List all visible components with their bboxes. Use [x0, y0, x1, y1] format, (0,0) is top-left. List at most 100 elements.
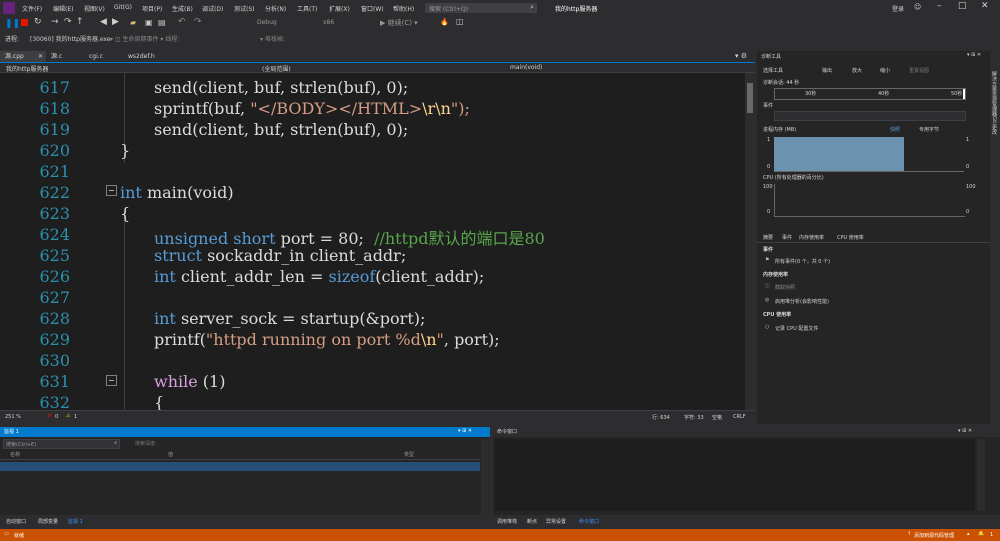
save-all-icon[interactable]: ▤	[158, 18, 166, 27]
watch-pin-icon[interactable]: ▾ ⊞ ✕	[458, 428, 472, 434]
solution-explorer-tab[interactable]: 解决方案资源管理器	[991, 71, 998, 116]
continue-button[interactable]: ▶ 继续(C) ▾	[380, 18, 418, 28]
line-indicator[interactable]: 行: 634	[652, 414, 670, 421]
nav-project[interactable]: 我的http服务器	[6, 64, 48, 73]
menu-tools[interactable]: 工具(T)	[297, 4, 317, 13]
zoom-level[interactable]: 251 %	[5, 414, 21, 420]
step-over-icon[interactable]: ↷	[64, 17, 72, 27]
menu-window[interactable]: 窗口(W)	[361, 4, 384, 13]
watch-selected-row[interactable]	[0, 462, 480, 471]
whitespace-mode[interactable]: 空格	[712, 414, 722, 421]
output-button[interactable]: 输出	[822, 67, 832, 74]
editor-scrollbar[interactable]	[745, 73, 755, 410]
column-value[interactable]: 值	[168, 451, 173, 458]
command-scrollbar[interactable]	[977, 439, 985, 511]
step-icon[interactable]: →	[51, 17, 59, 27]
error-icon[interactable]: ⊗	[47, 413, 51, 419]
close-button[interactable]: ✕	[981, 1, 989, 11]
tab-close-icon[interactable]: ✕	[38, 51, 43, 62]
search-icon[interactable]: ⌕	[114, 440, 117, 446]
menu-test[interactable]: 测试(S)	[234, 4, 255, 13]
tab-summary[interactable]: 摘要	[763, 234, 773, 241]
eol-mode[interactable]: CRLF	[733, 414, 746, 420]
forward-icon[interactable]: ▶	[112, 17, 119, 27]
search-box[interactable]: 搜索 (Ctrl+Q) ⌕	[425, 3, 537, 13]
save-icon[interactable]: ▣	[145, 18, 153, 27]
menu-help[interactable]: 帮助(H)	[393, 4, 414, 13]
tab-memory-usage[interactable]: 内存使用率	[799, 234, 824, 241]
tab-watch[interactable]: 监视 1	[68, 518, 83, 525]
timeline-ruler[interactable]: 30秒 40秒 50秒	[774, 88, 966, 100]
reset-view-button[interactable]: 重置视图	[909, 67, 929, 74]
fire-icon[interactable]: 🔥	[440, 18, 449, 26]
repo-select[interactable]: ▴	[967, 531, 970, 537]
menu-edit[interactable]: 编辑(E)	[53, 4, 73, 13]
tab-command-window[interactable]: 命令窗口	[579, 518, 599, 525]
cpu-section[interactable]: CPU (所有处理器的百分比)	[763, 174, 824, 181]
back-icon[interactable]: ◀	[100, 17, 107, 27]
tab-call-stack[interactable]: 调用堆栈	[497, 518, 517, 525]
tab-source-cpp[interactable]: 源.cpp ✕	[0, 51, 46, 62]
step-out-icon[interactable]: ↑	[76, 17, 84, 27]
menu-project[interactable]: 项目(P)	[142, 4, 162, 13]
visual-studio-logo-icon[interactable]	[3, 2, 15, 14]
panel-pin-icon[interactable]: ▾ ⊞ ✕	[967, 52, 981, 58]
heap-profile-button[interactable]: 启用堆分析(会影响性能)	[775, 298, 829, 305]
watch-scrollbar[interactable]	[481, 439, 489, 515]
git-changes-tab[interactable]: Git 更改	[991, 116, 998, 135]
folder-icon[interactable]: ▰	[130, 18, 136, 27]
tab-ws2def-h[interactable]: ws2def.h	[123, 51, 173, 62]
tab-source-c[interactable]: 源.c	[46, 51, 81, 62]
side-tool-strip[interactable]: 解决方案资源管理器 Git 更改	[990, 51, 1000, 424]
platform-select[interactable]: x86	[323, 19, 334, 26]
tab-overflow-icon[interactable]: ▾ ⚙	[735, 52, 747, 60]
nav-scope[interactable]: (全局范围)	[262, 64, 291, 73]
tab-events[interactable]: 事件	[782, 234, 792, 241]
menu-build[interactable]: 生成(B)	[172, 4, 193, 13]
warning-icon[interactable]: ⚠	[66, 413, 70, 419]
stack-frame[interactable]: ▾ 堆栈帧:	[260, 34, 285, 43]
watch-search-input[interactable]: 搜索(Ctrl+E) ⌕	[3, 439, 120, 449]
record-cpu-button[interactable]: 记录 CPU 配置文件	[775, 325, 818, 332]
process-select[interactable]: [30060] 我的http服务器.exe	[30, 34, 111, 43]
redo-icon[interactable]: ↷	[194, 17, 202, 27]
memory-graph[interactable]	[774, 137, 964, 172]
maximize-button[interactable]: □	[958, 1, 967, 11]
menu-analyze[interactable]: 分析(N)	[265, 4, 286, 13]
tab-exception-settings[interactable]: 异常设置	[546, 518, 566, 525]
menu-file[interactable]: 文件(F)	[22, 4, 42, 13]
login-link[interactable]: 登录	[892, 4, 904, 13]
menu-extensions[interactable]: 扩展(X)	[329, 4, 350, 13]
command-input-area[interactable]	[495, 439, 975, 511]
select-tool-button[interactable]: 选择工具	[763, 67, 783, 74]
char-indicator[interactable]: 字符: 33	[684, 414, 704, 421]
tab-autos[interactable]: 自动窗口	[6, 518, 26, 525]
collapse-toggle[interactable]	[106, 375, 117, 386]
lifecycle-events[interactable]: ▾ ◫ 生命周期事件 ▾ 线程:	[110, 34, 179, 43]
memory-section[interactable]: 进程内存 (MB)	[763, 126, 796, 133]
camera-icon[interactable]: ◫	[456, 17, 464, 26]
tab-cgi-c[interactable]: cgi.c	[84, 51, 124, 62]
nav-function[interactable]: main(void)	[510, 64, 542, 71]
stop-icon[interactable]	[21, 19, 28, 26]
undo-icon[interactable]: ↶	[178, 17, 186, 27]
menu-view[interactable]: 视图(V)	[84, 4, 105, 13]
collapse-toggle[interactable]	[106, 185, 117, 196]
scroll-thumb[interactable]	[747, 83, 753, 113]
events-section[interactable]: 事件	[763, 102, 773, 109]
tab-locals[interactable]: 局部变量	[38, 518, 58, 525]
all-events-link[interactable]: 所有事件(0 个，共 0 个)	[775, 258, 830, 265]
code-editor[interactable]: 617 618 619 620 621 622 623 624 625 626 …	[0, 73, 745, 410]
menu-git[interactable]: Git(G)	[114, 4, 132, 11]
column-type[interactable]: 类型	[404, 451, 414, 458]
minimize-button[interactable]: –	[937, 1, 942, 11]
add-source-control[interactable]: 添加到源代码管理	[914, 532, 954, 539]
column-name[interactable]: 名称	[10, 451, 20, 458]
zoom-in-button[interactable]: 放大	[852, 67, 862, 74]
tab-breakpoints[interactable]: 断点	[527, 518, 537, 525]
tab-cpu-usage[interactable]: CPU 使用率	[837, 234, 864, 241]
account-icon[interactable]: ☺	[914, 3, 921, 11]
config-select[interactable]: Debug	[257, 19, 277, 26]
cpu-graph[interactable]	[774, 184, 965, 217]
take-snapshot-button[interactable]: 截取快照	[775, 284, 795, 291]
